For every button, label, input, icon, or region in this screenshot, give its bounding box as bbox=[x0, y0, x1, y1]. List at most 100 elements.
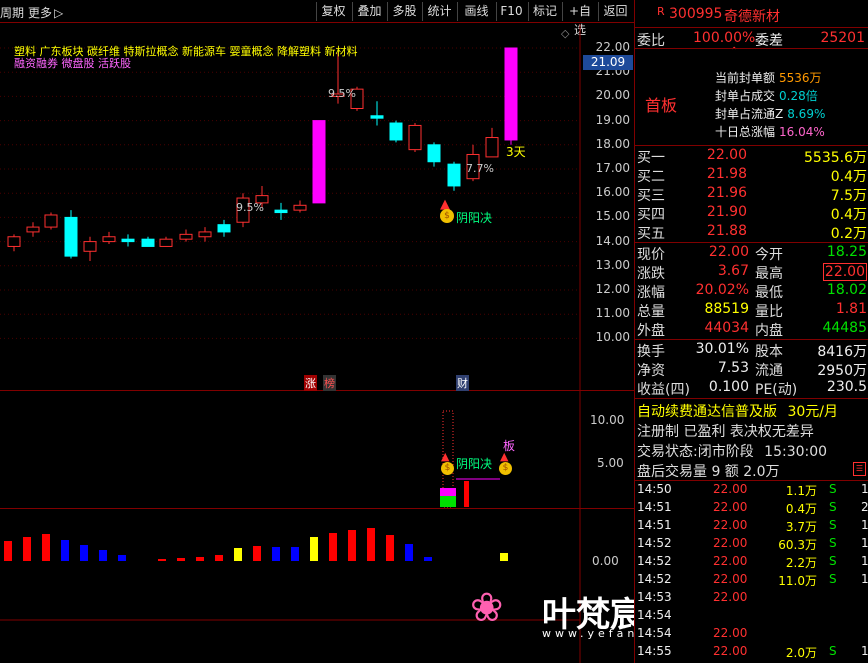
buy-order-row[interactable]: 买五 21.88 0.2万 bbox=[637, 223, 867, 242]
kline-chart[interactable] bbox=[0, 24, 634, 390]
shouban-row-label: 封单占成交 bbox=[715, 89, 776, 103]
pct-label-2: 9.5% bbox=[236, 201, 264, 214]
toolbar-button-6[interactable]: 标记 bbox=[528, 2, 561, 21]
toolbar-button-0[interactable]: 复权 bbox=[316, 2, 350, 21]
buy-order-price: 21.90 bbox=[706, 204, 747, 220]
buy-order-row[interactable]: 买三 21.96 7.5万 bbox=[637, 185, 867, 204]
promo-row[interactable]: 自动续费通达信普及版 30元/月 bbox=[637, 401, 838, 421]
toolbar-button-7[interactable]: +自选 bbox=[562, 2, 597, 37]
buy-order-price: 21.88 bbox=[706, 223, 747, 239]
shouban-row: 封单占流通Z 8.69% bbox=[715, 105, 825, 122]
candle-body bbox=[274, 209, 288, 214]
buy-order-row[interactable]: 买四 21.90 0.4万 bbox=[637, 204, 867, 223]
weibi-row: 委比 100.00% 委差 25201 bbox=[637, 30, 867, 49]
indicator-yinyang-label: 阴阳决 bbox=[456, 457, 493, 471]
candle-body bbox=[159, 238, 173, 247]
fundamental-label-2: PE(动) bbox=[755, 382, 798, 398]
price-tick: 15.00 bbox=[595, 209, 630, 224]
tick-price: 22.00 bbox=[713, 482, 748, 496]
tick-volume: 1.1万 bbox=[785, 484, 817, 498]
stock-header: R 300995 奇德新材 bbox=[635, 0, 868, 28]
list-icon[interactable]: ☰ bbox=[853, 462, 866, 476]
tick-price: 22.00 bbox=[713, 644, 748, 658]
tick-time: 14:52 bbox=[637, 554, 672, 568]
toolbar-button-5[interactable]: F10 bbox=[496, 2, 526, 21]
moneybag-icon-2: $ bbox=[441, 462, 454, 475]
pct-label-1: 9.5% bbox=[328, 87, 356, 100]
buy-order-row[interactable]: 买二 21.98 0.4万 bbox=[637, 166, 867, 185]
shouban-row-label: 十日总涨幅 bbox=[715, 125, 776, 139]
quote-value: 88519 bbox=[704, 301, 749, 317]
toolbar-button-3[interactable]: 统计 bbox=[422, 2, 456, 21]
buy-order-label: 买五 bbox=[637, 226, 665, 242]
tick-row: 14:52 22.00 2.2万 S 1 bbox=[637, 554, 868, 572]
volume-bar bbox=[405, 544, 413, 561]
toolbar-button-2[interactable]: 多股 bbox=[387, 2, 421, 21]
tick-row: 14:53 22.00 bbox=[637, 590, 868, 608]
tick-row: 14:54 22.00 bbox=[637, 626, 868, 644]
trade-status-value: 闭市阶段 bbox=[697, 444, 754, 460]
promo-price: 30元/月 bbox=[787, 404, 838, 420]
quote-label: 外盘 bbox=[637, 323, 665, 339]
pct-label-3: 7.7% bbox=[466, 162, 494, 175]
price-tick: 19.00 bbox=[595, 112, 630, 127]
volume-bar bbox=[80, 545, 88, 561]
fundamental-value: 30.01% bbox=[695, 341, 749, 357]
buy-order-volume: 0.4万 bbox=[830, 169, 867, 185]
bang-badge[interactable]: 榜 bbox=[323, 375, 336, 391]
fundamental-value-2: 2950万 bbox=[817, 363, 867, 379]
candle-body bbox=[427, 144, 441, 163]
indicator-axis-5: 5.00 bbox=[597, 456, 624, 470]
zhang-badge[interactable]: 涨 bbox=[304, 375, 317, 391]
volume-bar bbox=[348, 530, 356, 561]
volume-bar bbox=[386, 535, 394, 561]
shouban-row-value: 8.69% bbox=[787, 107, 826, 121]
indicator-pane[interactable] bbox=[0, 391, 634, 508]
quote-value-2: 1.81 bbox=[835, 301, 867, 317]
price-tick: 16.00 bbox=[595, 185, 630, 200]
tick-side: S bbox=[829, 518, 837, 532]
toolbar-button-8[interactable]: 返回 bbox=[598, 2, 632, 21]
indicator-axis-10: 10.00 bbox=[590, 413, 625, 427]
more-label: 更多 bbox=[28, 6, 53, 20]
volume-bar bbox=[99, 550, 107, 561]
period-label[interactable]: 周期 bbox=[0, 4, 24, 21]
tick-price: 22.00 bbox=[713, 626, 748, 640]
toolbar-button-1[interactable]: 叠加 bbox=[352, 2, 386, 21]
quote-value-2: 44485 bbox=[822, 320, 867, 336]
tick-price: 22.00 bbox=[713, 536, 748, 550]
tick-row: 14:55 22.00 2.0万 S 1 bbox=[637, 644, 868, 662]
buy-order-row[interactable]: 买一 22.00 5535.6万 bbox=[637, 147, 867, 166]
tick-row: 14:51 22.00 3.7万 S 1 bbox=[637, 518, 868, 536]
toolbar-button-4[interactable]: 画线 bbox=[457, 2, 495, 21]
weibi-label: 委比 bbox=[637, 33, 665, 49]
candle-body bbox=[198, 231, 212, 238]
quote-label-2: 最高 bbox=[755, 266, 783, 282]
volume-bar bbox=[234, 548, 242, 561]
more-button[interactable]: 更多 ▷ bbox=[28, 4, 63, 21]
volume-bar bbox=[215, 555, 223, 561]
candle-body bbox=[26, 226, 40, 233]
current-price-tag: 21.09 bbox=[583, 55, 633, 70]
stock-prefix: R bbox=[657, 5, 665, 18]
buy-order-price: 21.98 bbox=[706, 166, 747, 182]
play-icon: ▷ bbox=[54, 6, 64, 20]
fundamental-label: 净资 bbox=[637, 363, 665, 379]
trade-status: 交易状态:闭市阶段 15:30:00 bbox=[637, 441, 827, 461]
quote-row: 外盘 44034 内盘 44485 bbox=[637, 320, 867, 339]
volume-axis-0: 0.00 bbox=[592, 554, 619, 568]
tick-count: 2 bbox=[861, 500, 868, 514]
tick-volume: 3.7万 bbox=[785, 520, 817, 534]
collapse-diamond-icon[interactable]: ◇ bbox=[561, 27, 569, 40]
candle-body bbox=[44, 214, 58, 228]
cai-badge[interactable]: 财 bbox=[456, 375, 469, 391]
candle-body bbox=[447, 163, 461, 187]
tick-volume: 2.2万 bbox=[785, 556, 817, 570]
quote-row: 涨跌 3.67 最高 22.00 bbox=[637, 263, 867, 282]
tick-time: 14:52 bbox=[637, 572, 672, 586]
price-tick: 10.00 bbox=[595, 330, 630, 345]
buy-order-volume: 0.2万 bbox=[830, 226, 867, 242]
fundamental-row: 换手 30.01% 股本 8416万 bbox=[637, 341, 867, 360]
tick-count: 1 bbox=[861, 554, 868, 568]
tick-time: 14:54 bbox=[637, 626, 672, 640]
